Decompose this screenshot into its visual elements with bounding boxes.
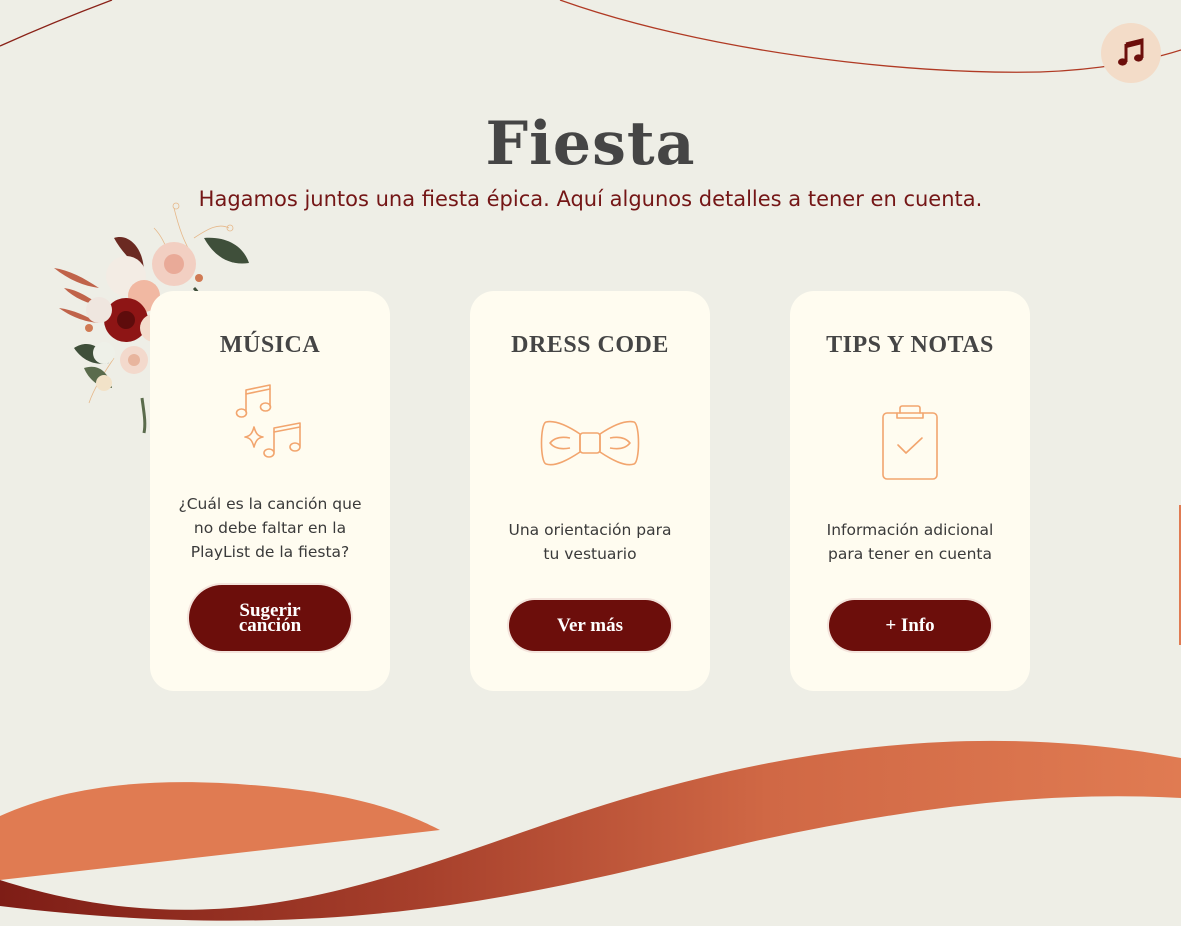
dress-code-card-description: Una orientación para tu vestuario bbox=[508, 521, 672, 563]
ver-mas-button[interactable]: Ver más bbox=[509, 600, 671, 651]
music-note-icon bbox=[1118, 38, 1144, 66]
tips-notes-card-title: TIPS Y NOTAS bbox=[826, 332, 994, 358]
music-notes-icon bbox=[235, 384, 301, 458]
bottom-wave-decoration bbox=[0, 740, 1181, 921]
page-title: Fiesta bbox=[485, 109, 696, 179]
music-toggle-button[interactable] bbox=[1101, 23, 1161, 83]
bow-tie-icon bbox=[540, 420, 640, 466]
dress-code-card-title: DRESS CODE bbox=[511, 332, 669, 358]
suggest-song-button[interactable]: Sugerir canción bbox=[189, 585, 351, 651]
top-wave-lines bbox=[0, 0, 1181, 73]
music-card-title: MÚSICA bbox=[219, 332, 321, 358]
mas-info-button[interactable]: + Info bbox=[829, 600, 991, 651]
music-card-description: ¿Cuál es la canción que no debe faltar e… bbox=[178, 495, 362, 561]
clipboard-check-icon bbox=[882, 405, 938, 480]
tips-notes-card-description: Información adicional para tener en cuen… bbox=[826, 521, 994, 563]
